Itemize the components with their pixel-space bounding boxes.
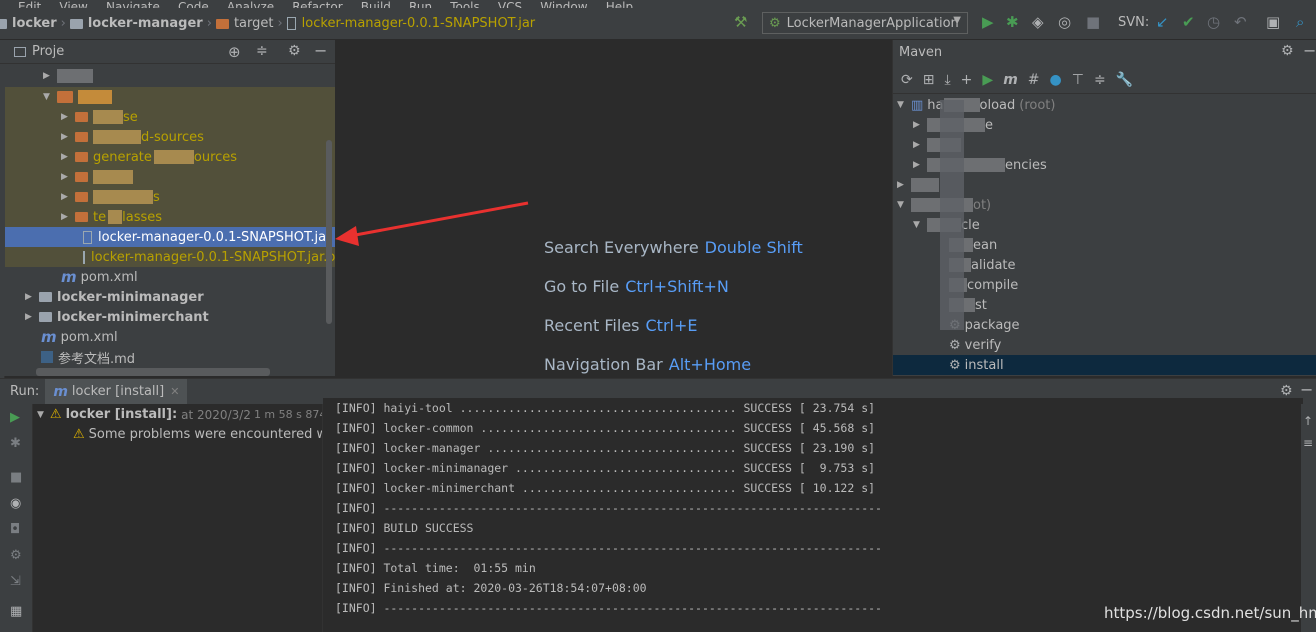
reload-icon[interactable]: ⟳: [901, 72, 913, 88]
console-line: [INFO] Total time: 01:55 min: [335, 561, 536, 575]
maven-icon: ▥: [911, 97, 924, 113]
run-tree-root[interactable]: ▼ ⚠ locker [install]: at 2020/3/2 1 m 58…: [37, 407, 322, 422]
skip-tests-icon[interactable]: ●: [1050, 72, 1062, 88]
run-tab-locker-install[interactable]: m locker [install] ✕: [45, 378, 188, 405]
run-tree: ▼ ⚠ locker [install]: at 2020/3/2 1 m 58…: [33, 404, 323, 632]
close-icon[interactable]: ✕: [170, 385, 179, 398]
show-dependencies-icon[interactable]: ⊤: [1072, 72, 1084, 88]
console-side-toolbar: ↑ ≡: [1301, 404, 1316, 632]
warning-icon: ⚠: [73, 427, 85, 442]
layout-icon[interactable]: ▦: [10, 604, 22, 619]
scroll-up-icon[interactable]: ↑: [1303, 414, 1313, 428]
maven-goal-install[interactable]: ⚙ install: [893, 355, 1316, 375]
maven-icon: m: [53, 383, 68, 400]
eye-icon[interactable]: ◉: [10, 496, 21, 511]
maven-panel-title[interactable]: Maven: [899, 45, 942, 60]
console-line: [INFO] locker-minimerchant .............…: [335, 481, 876, 495]
toggle-offline-icon[interactable]: #: [1028, 72, 1040, 88]
download-icon[interactable]: ⤓: [944, 72, 950, 88]
maven-goal-verify[interactable]: ⚙ verify: [893, 335, 1316, 355]
debug-rerun-icon[interactable]: ✱: [10, 436, 21, 451]
arrow-head: [335, 226, 359, 246]
run-label: Run:: [10, 384, 40, 399]
add-icon[interactable]: +: [961, 72, 973, 88]
chevron-right-icon: ▶: [913, 140, 920, 150]
console-line: [INFO] Finished at: 2020-03-26T18:54:07+…: [335, 581, 647, 595]
camera-icon[interactable]: ◘: [10, 522, 20, 537]
chevron-down-icon: ▼: [897, 100, 904, 110]
console-line: [INFO] locker-minimanager ..............…: [335, 461, 876, 475]
chevron-right-icon: ▶: [913, 160, 920, 170]
console-line: [INFO] locker-manager ..................…: [335, 441, 876, 455]
gear-icon: ⚙: [949, 337, 961, 353]
hide-panel-icon[interactable]: −: [1300, 380, 1313, 399]
blur-redaction: [940, 100, 964, 330]
settings-gear-icon[interactable]: ⚙: [1280, 383, 1293, 399]
maven-toolbar: ⟳ ⊞ ⤓ + ▶ m # ● ⊤ ≑ 🔧: [893, 66, 1316, 94]
gear-icon: ⚙: [949, 357, 961, 373]
chevron-down-icon: ▼: [37, 409, 44, 420]
console-line: [INFO] locker-common ...................…: [335, 421, 876, 435]
rerun-icon[interactable]: ▶: [10, 410, 20, 425]
console-line: [INFO] ---------------------------------…: [335, 501, 882, 515]
wrench-icon[interactable]: 🔧: [1116, 72, 1133, 88]
console-output[interactable]: [INFO] haiyi-tool ......................…: [323, 398, 1303, 632]
console-line: [INFO] ---------------------------------…: [335, 541, 882, 555]
console-line: [INFO] BUILD SUCCESS: [335, 521, 474, 535]
chevron-down-icon: ▼: [913, 220, 920, 230]
chevron-right-icon: ▶: [913, 120, 920, 130]
settings-icon[interactable]: ⚙: [10, 548, 22, 563]
hide-panel-icon[interactable]: −: [1303, 41, 1316, 60]
chevron-down-icon: ▼: [897, 200, 904, 210]
settings-gear-icon[interactable]: ⚙: [1281, 43, 1294, 59]
soft-wrap-icon[interactable]: ≡: [1303, 436, 1313, 450]
console-line: [INFO] ---------------------------------…: [335, 601, 882, 615]
arrow-shaft: [349, 201, 529, 238]
warning-icon: ⚠: [49, 407, 62, 422]
watermark: https://blog.csdn.net/sun_hm: [1104, 604, 1316, 622]
stop-icon[interactable]: ■: [10, 470, 22, 485]
execute-goal-icon[interactable]: m: [1003, 72, 1018, 88]
chevron-right-icon: ▶: [897, 180, 904, 190]
run-side-toolbar: ▶ ✱ ■ ◉ ◘ ⚙ ⇲ ▦: [0, 404, 33, 632]
run-icon[interactable]: ▶: [982, 72, 993, 88]
run-tree-warning[interactable]: ⚠ Some problems were encountered while: [73, 427, 322, 442]
generate-sources-icon[interactable]: ⊞: [923, 72, 935, 88]
exit-icon[interactable]: ⇲: [10, 574, 21, 589]
console-line: [INFO] haiyi-tool ......................…: [335, 401, 876, 415]
collapse-all-icon[interactable]: ≑: [1094, 72, 1106, 88]
